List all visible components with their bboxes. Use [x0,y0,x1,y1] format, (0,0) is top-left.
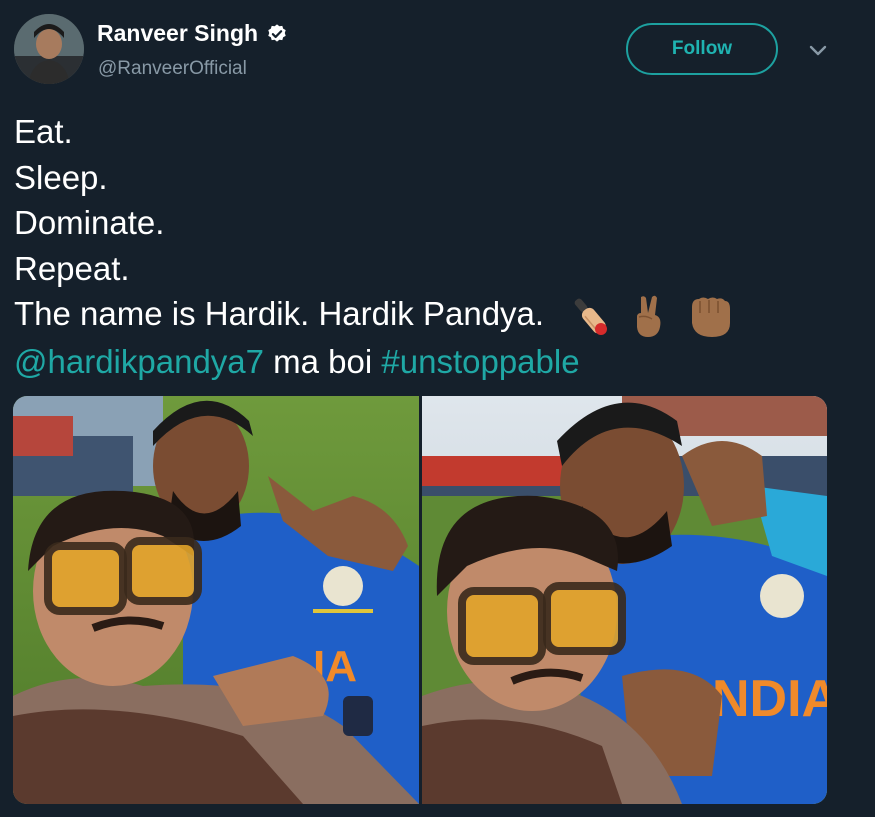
tweet-line-mentions: @hardikpandya7 ma boi #unstoppable [14,339,864,385]
selfie-photo-right: NDIA [422,396,827,804]
tweet-fragment: ma boi [264,343,382,381]
tweet-line: Repeat. [14,249,130,287]
author-name-row: Ranveer Singh [97,20,288,47]
victory-hand-icon [637,295,661,338]
tweet-photo-2[interactable]: NDIA [422,396,827,804]
selfie-photo-left: IA [13,396,419,804]
raised-fist-icon [691,297,730,338]
follow-button[interactable]: Follow [626,23,778,75]
tweet-line: Sleep. [14,158,108,196]
author-avatar[interactable] [14,14,84,84]
jersey-text: NDIA [712,670,827,728]
tweet-line: Eat. [14,113,73,150]
verified-badge-icon [268,23,286,42]
hashtag-link[interactable]: #unstoppable [381,343,579,380]
author-handle[interactable]: @RanveerOfficial [98,58,247,80]
chevron-down-icon[interactable] [806,40,830,60]
tweet-line: Dominate. [14,204,165,241]
tweet-line: The name is Hardik. Hardik Pandya. [14,295,545,332]
author-display-name[interactable]: Ranveer Singh [97,20,258,47]
tweet-photo-1[interactable]: IA [13,396,419,804]
tweet-line-with-emojis: The name is Hardik. Hardik Pandya. [14,291,864,339]
avatar-photo [14,14,84,84]
cricket-bat-icon [574,298,608,336]
mention-link[interactable]: @hardikpandya7 [14,343,264,380]
tweet-text: Eat. Sleep. Dominate. Repeat. The name i… [14,109,864,385]
